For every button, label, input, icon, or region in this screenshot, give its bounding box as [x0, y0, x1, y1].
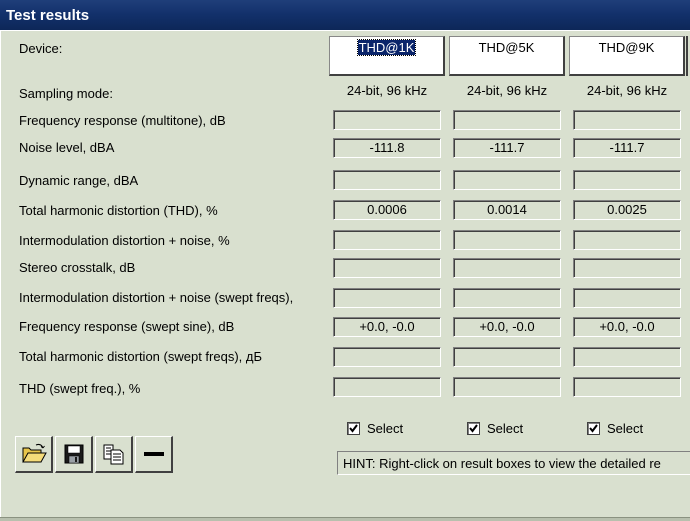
- select-checkbox-1[interactable]: Select: [347, 421, 403, 436]
- result-cell[interactable]: [333, 170, 441, 190]
- result-row-label: Intermodulation distortion + noise (swep…: [19, 290, 294, 305]
- result-row-label: Stereo crosstalk, dB: [19, 260, 136, 275]
- result-cell[interactable]: -111.8: [333, 138, 441, 158]
- result-row-label: Frequency response (swept sine), dB: [19, 319, 235, 334]
- result-cell[interactable]: -111.7: [453, 138, 561, 158]
- result-cell[interactable]: +0.0, -0.0: [453, 317, 561, 337]
- result-cell[interactable]: [333, 230, 441, 250]
- copy-icon: [103, 444, 123, 465]
- result-cell[interactable]: 0.0006: [333, 200, 441, 220]
- device-header-2[interactable]: THD@5K: [449, 36, 565, 76]
- remove-button[interactable]: [135, 436, 173, 473]
- select-label: Select: [487, 421, 524, 436]
- result-row-label: Frequency response (multitone), dB: [19, 113, 226, 128]
- result-cell[interactable]: [573, 377, 681, 397]
- result-cell[interactable]: [333, 347, 441, 367]
- select-checkbox-3[interactable]: Select: [587, 421, 643, 436]
- sampling-mode-value: 24-bit, 96 kHz: [586, 83, 668, 98]
- result-cell[interactable]: [453, 110, 561, 130]
- checkbox[interactable]: [347, 422, 360, 435]
- result-cell[interactable]: [453, 288, 561, 308]
- result-cell[interactable]: [453, 377, 561, 397]
- result-row-label: Total harmonic distortion (THD), %: [19, 203, 218, 218]
- result-cell[interactable]: -111.7: [573, 138, 681, 158]
- open-button[interactable]: [15, 436, 53, 473]
- result-cell[interactable]: [453, 230, 561, 250]
- select-label: Select: [607, 421, 644, 436]
- result-cell[interactable]: +0.0, -0.0: [573, 317, 681, 337]
- device-header-1[interactable]: THD@1K: [329, 36, 445, 76]
- result-cell[interactable]: [573, 230, 681, 250]
- save-button[interactable]: [55, 436, 93, 473]
- result-cell[interactable]: [573, 170, 681, 190]
- result-cell[interactable]: [333, 377, 441, 397]
- result-cell[interactable]: [333, 258, 441, 278]
- result-row-label: Noise level, dBA: [19, 140, 115, 155]
- select-label: Select: [367, 421, 404, 436]
- result-cell[interactable]: [573, 347, 681, 367]
- result-row-label: Total harmonic distortion (swept freqs),…: [19, 349, 262, 364]
- copy-button[interactable]: [95, 436, 133, 473]
- sampling-mode-value: 24-bit, 96 kHz: [346, 83, 428, 98]
- device-name: THD@1K: [356, 39, 417, 56]
- result-cell[interactable]: [333, 110, 441, 130]
- checkbox[interactable]: [587, 422, 600, 435]
- result-cell[interactable]: [453, 170, 561, 190]
- result-cell[interactable]: [453, 347, 561, 367]
- next-column-edge: [686, 36, 690, 76]
- hint-text: HINT: Right-click on result boxes to vie…: [337, 451, 690, 475]
- result-cell[interactable]: [573, 288, 681, 308]
- select-checkbox-2[interactable]: Select: [467, 421, 523, 436]
- sampling-mode-label: Sampling mode:: [19, 86, 113, 101]
- result-row-label: THD (swept freq.), %: [19, 381, 141, 396]
- device-name: THD@5K: [478, 40, 535, 55]
- floppy-disk-icon: [64, 444, 83, 464]
- device-header-3[interactable]: THD@9K: [569, 36, 685, 76]
- window-bottom-edge: [0, 517, 690, 521]
- sampling-mode-value: 24-bit, 96 kHz: [466, 83, 548, 98]
- result-cell[interactable]: [573, 110, 681, 130]
- minus-icon: [143, 452, 164, 456]
- result-cell[interactable]: +0.0, -0.0: [333, 317, 441, 337]
- device-label: Device:: [19, 41, 63, 56]
- result-cell[interactable]: [573, 258, 681, 278]
- result-cell[interactable]: 0.0014: [453, 200, 561, 220]
- result-row-label: Dynamic range, dBA: [19, 173, 139, 188]
- result-cell[interactable]: 0.0025: [573, 200, 681, 220]
- result-cell[interactable]: [333, 288, 441, 308]
- checkbox[interactable]: [467, 422, 480, 435]
- result-row-label: Intermodulation distortion + noise, %: [19, 233, 230, 248]
- folder-open-icon: [21, 443, 47, 463]
- window-title: Test results: [0, 0, 690, 30]
- result-cell[interactable]: [453, 258, 561, 278]
- device-name: THD@9K: [598, 40, 655, 55]
